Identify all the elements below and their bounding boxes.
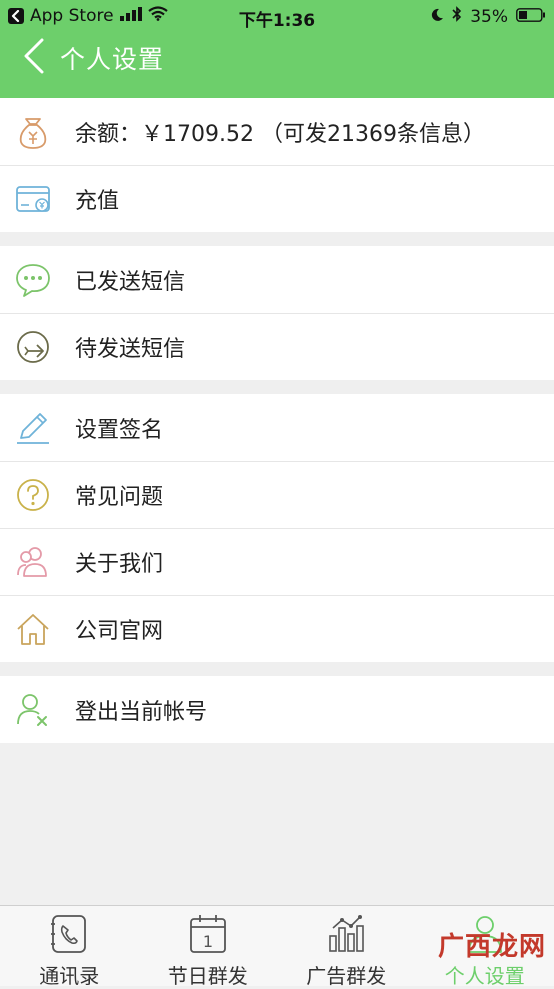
settings-group-messages: 已发送短信 待发送短信 (0, 246, 554, 380)
about-label: 关于我们 (75, 546, 163, 578)
bluetooth-icon (452, 6, 462, 27)
balance-row: 余额：￥1709.52 （可发21369条信息） (0, 98, 554, 165)
ad-chart-icon (326, 914, 366, 954)
pending-send-icon (15, 329, 51, 365)
settings-group-logout: 登出当前帐号 (0, 676, 554, 743)
signature-row[interactable]: 设置签名 (0, 394, 554, 461)
calendar-icon: 1 (188, 914, 228, 954)
calendar-day: 1 (203, 932, 213, 951)
home-icon (15, 611, 51, 647)
website-row[interactable]: 公司官网 (0, 595, 554, 662)
tab-ad-broadcast[interactable]: 广告群发 (277, 906, 416, 986)
website-label: 公司官网 (75, 613, 163, 645)
recharge-card-icon (15, 181, 51, 217)
tab-bar: 通讯录 1 节日群发 广告群发 个人设置 (0, 905, 554, 986)
chat-bubble-icon (15, 262, 51, 298)
settings-group-account: 余额：￥1709.52 （可发21369条信息） 充值 (0, 98, 554, 232)
tab-personal-settings[interactable]: 个人设置 (416, 906, 554, 986)
pending-messages-row[interactable]: 待发送短信 (0, 313, 554, 380)
question-icon (15, 477, 51, 513)
pending-messages-label: 待发送短信 (75, 331, 185, 363)
balance-label: 余额：￥1709.52 （可发21369条信息） (75, 116, 485, 148)
pencil-icon (15, 410, 51, 446)
users-icon (15, 544, 51, 580)
logout-row[interactable]: 登出当前帐号 (0, 676, 554, 743)
section-divider (0, 662, 554, 676)
settings-group-info: 设置签名 常见问题 关于我们 公司官网 (0, 394, 554, 662)
tab-contacts[interactable]: 通讯录 (0, 906, 139, 986)
back-button[interactable] (14, 34, 54, 78)
faq-row[interactable]: 常见问题 (0, 461, 554, 528)
chevron-left-icon (23, 38, 45, 74)
moon-icon (430, 7, 444, 27)
tab-holiday-broadcast[interactable]: 1 节日群发 (139, 906, 278, 986)
navigation-bar: 个人设置 (0, 32, 554, 98)
about-row[interactable]: 关于我们 (0, 528, 554, 595)
sent-messages-row[interactable]: 已发送短信 (0, 246, 554, 313)
logout-label: 登出当前帐号 (75, 694, 207, 726)
faq-label: 常见问题 (75, 479, 163, 511)
battery-icon (516, 7, 546, 27)
sent-messages-label: 已发送短信 (75, 264, 185, 296)
recharge-label: 充值 (75, 183, 119, 215)
profile-icon (465, 914, 505, 954)
recharge-row[interactable]: 充值 (0, 165, 554, 232)
money-bag-icon (15, 114, 51, 150)
contacts-icon (49, 914, 89, 954)
signature-label: 设置签名 (75, 412, 163, 444)
page-title: 个人设置 (60, 40, 164, 76)
status-right: 35% (430, 6, 546, 27)
section-divider (0, 380, 554, 394)
settings-list: 余额：￥1709.52 （可发21369条信息） 充值 已发送短信 待发送短信 (0, 98, 554, 743)
section-divider (0, 232, 554, 246)
status-bar: App Store 下午1:36 35% (0, 0, 554, 32)
battery-percent: 35% (470, 7, 508, 27)
logout-user-icon (15, 692, 51, 728)
